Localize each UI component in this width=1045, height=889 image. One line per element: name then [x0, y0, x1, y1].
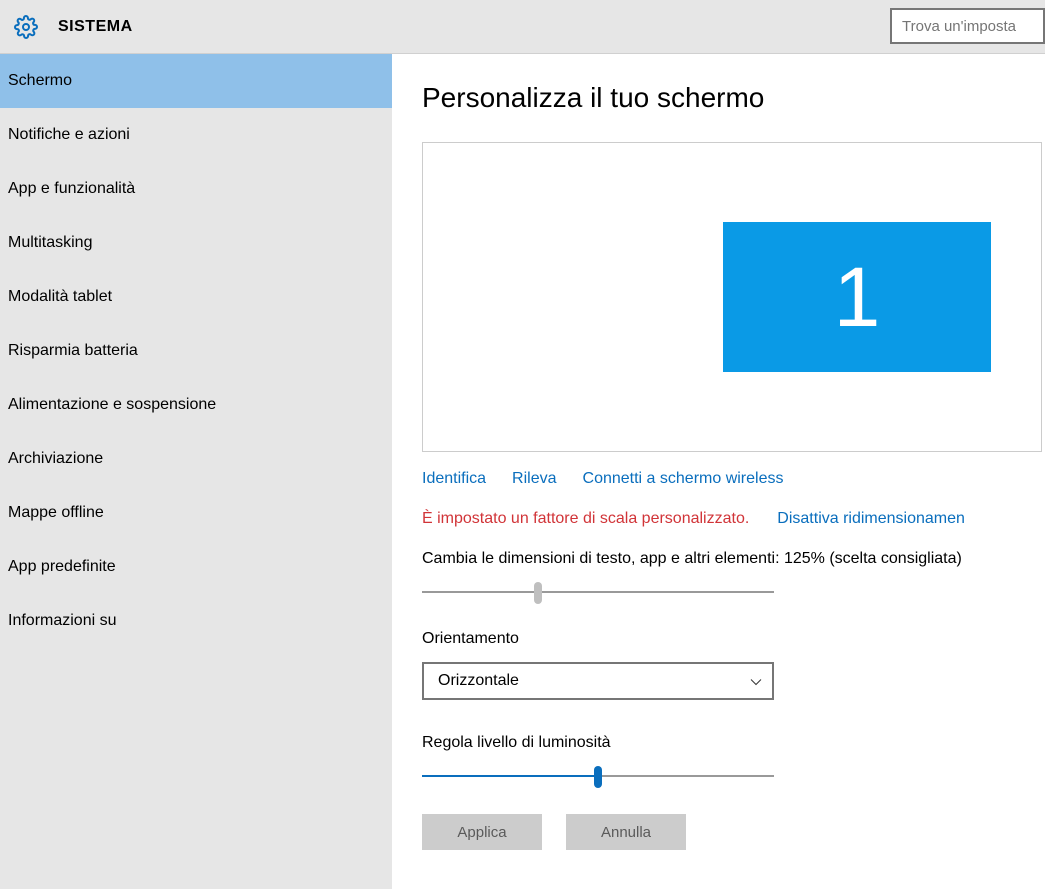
sidebar-item-modalit-tablet[interactable]: Modalità tablet — [0, 270, 392, 324]
sidebar-item-app-predefinite[interactable]: App predefinite — [0, 540, 392, 594]
sidebar-item-multitasking[interactable]: Multitasking — [0, 216, 392, 270]
brightness-label: Regola livello di luminosità — [422, 734, 1045, 752]
detect-link[interactable]: Rileva — [512, 470, 556, 488]
apply-button[interactable]: Applica — [422, 814, 542, 850]
brightness-slider[interactable] — [422, 766, 774, 788]
gear-icon — [14, 15, 38, 39]
scale-slider[interactable] — [422, 582, 774, 604]
sidebar-item-archiviazione[interactable]: Archiviazione — [0, 432, 392, 486]
sidebar-item-alimentazione-e-sospensione[interactable]: Alimentazione e sospensione — [0, 378, 392, 432]
cancel-button[interactable]: Annulla — [566, 814, 686, 850]
disable-scaling-link[interactable]: Disattiva ridimensionamen — [777, 510, 965, 528]
sidebar-item-informazioni-su[interactable]: Informazioni su — [0, 594, 392, 648]
search-input[interactable] — [890, 8, 1045, 44]
header-bar: SISTEMA — [0, 0, 1045, 54]
scale-warning-text: È impostato un fattore di scala personal… — [422, 510, 749, 528]
sidebar-item-risparmia-batteria[interactable]: Risparmia batteria — [0, 324, 392, 378]
main-content: Personalizza il tuo schermo 1 Identifica… — [392, 54, 1045, 889]
sidebar: SchermoNotifiche e azioniApp e funzional… — [0, 54, 392, 889]
sidebar-item-schermo[interactable]: Schermo — [0, 54, 392, 108]
sidebar-item-app-e-funzionalit-[interactable]: App e funzionalità — [0, 162, 392, 216]
header-title: SISTEMA — [58, 18, 133, 36]
display-preview[interactable]: 1 — [422, 142, 1042, 452]
wireless-display-link[interactable]: Connetti a schermo wireless — [583, 470, 784, 488]
orientation-select[interactable]: Orizzontale — [422, 662, 774, 700]
monitor-tile-1[interactable]: 1 — [723, 222, 991, 372]
orientation-value: Orizzontale — [438, 672, 519, 690]
sidebar-item-notifiche-e-azioni[interactable]: Notifiche e azioni — [0, 108, 392, 162]
sidebar-item-mappe-offline[interactable]: Mappe offline — [0, 486, 392, 540]
scale-label: Cambia le dimensioni di testo, app e alt… — [422, 550, 1045, 568]
identify-link[interactable]: Identifica — [422, 470, 486, 488]
chevron-down-icon — [750, 675, 762, 687]
orientation-label: Orientamento — [422, 630, 1045, 648]
page-title: Personalizza il tuo schermo — [422, 82, 1045, 114]
